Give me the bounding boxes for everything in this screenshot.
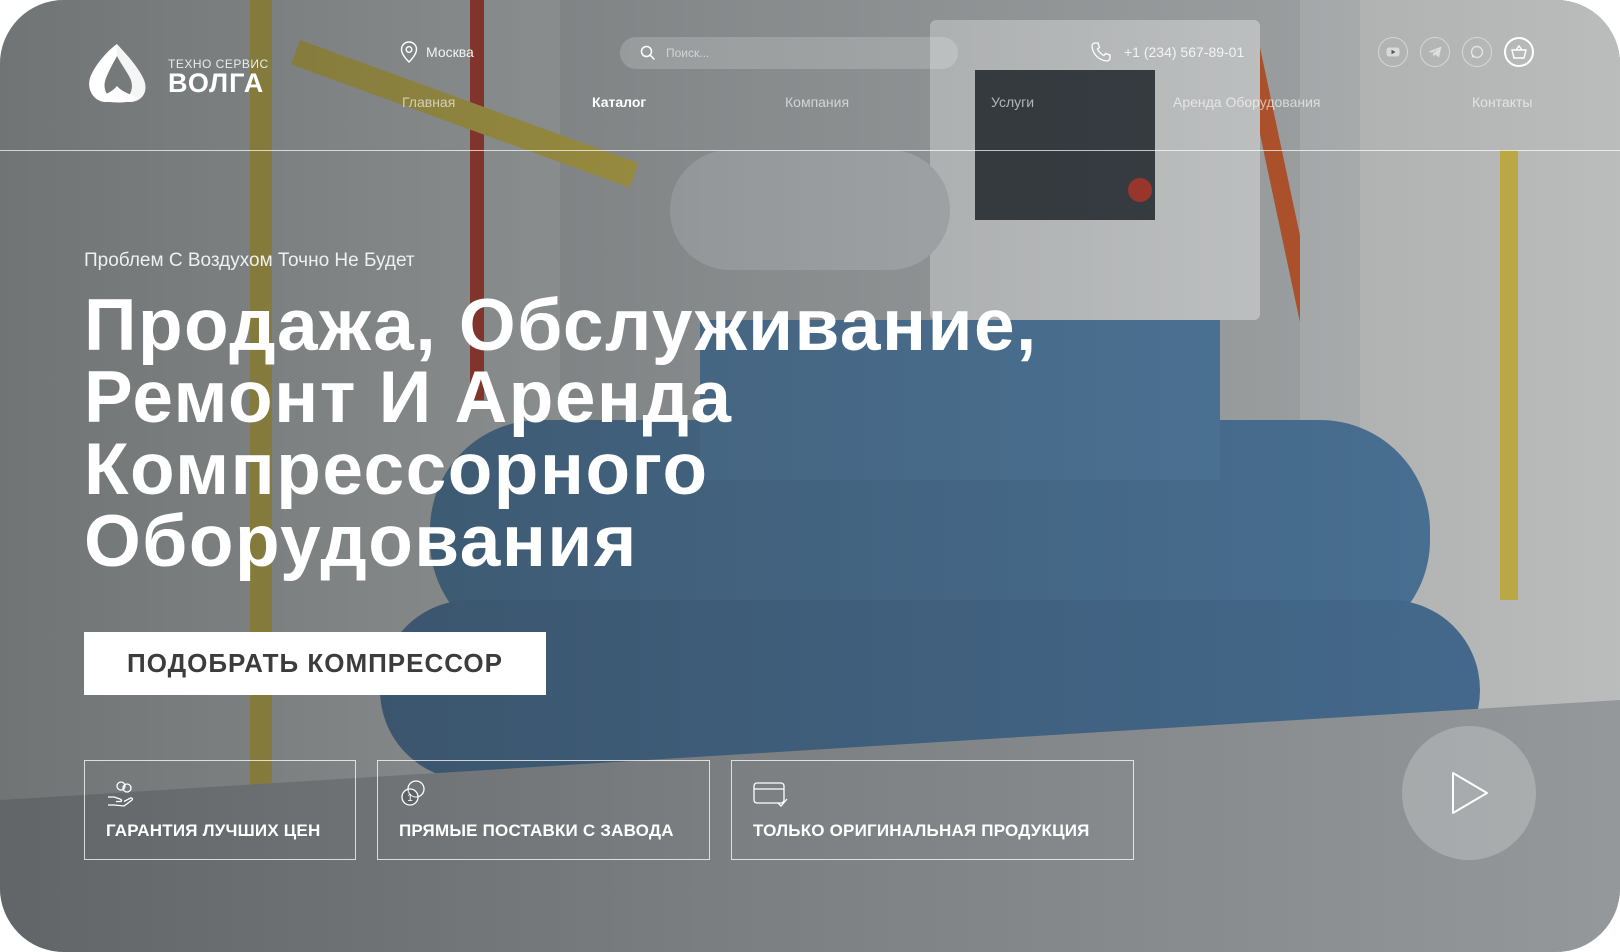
nav-item-company[interactable]: Компания	[785, 94, 849, 110]
logo-mark-icon	[89, 44, 146, 103]
search-icon	[640, 45, 656, 61]
hero-title-line-2: Ремонт И Аренда	[84, 357, 733, 438]
phone-icon	[1091, 42, 1111, 62]
whatsapp-link[interactable]	[1462, 37, 1492, 67]
nav-item-home[interactable]: Главная	[402, 94, 455, 110]
hero-eyebrow: Проблем С Воздухом Точно Не Будет	[84, 250, 415, 271]
hero-title-line-3: Компрессорного	[84, 429, 709, 510]
feature-best-prices: ГАРАНТИЯ ЛУЧШИХ ЦЕН	[84, 760, 356, 860]
city-selector[interactable]: Москва	[400, 40, 474, 64]
coin-stack-icon: 1	[401, 780, 425, 806]
nav-item-services[interactable]: Услуги	[991, 94, 1034, 110]
main-nav: Главная Каталог Компания Услуги Аренда О…	[402, 94, 1538, 116]
telegram-link[interactable]	[1420, 37, 1450, 67]
search-bar[interactable]	[620, 37, 958, 69]
search-input[interactable]	[664, 45, 928, 61]
feature-label: ТОЛЬКО ОРИГИНАЛЬНАЯ ПРОДУКЦИЯ	[753, 821, 1090, 840]
choose-compressor-button[interactable]: ПОДОБРАТЬ КОМПРЕССОР	[84, 632, 546, 695]
hero-title-line-1: Продажа, Обслуживание,	[84, 285, 1038, 366]
nav-item-catalog[interactable]: Каталог	[592, 94, 646, 110]
hero-title-line-4: Оборудования	[84, 501, 638, 582]
cart-icon	[1511, 45, 1527, 59]
feature-label: ГАРАНТИЯ ЛУЧШИХ ЦЕН	[106, 821, 321, 840]
play-icon	[1452, 772, 1488, 814]
nav-item-contacts[interactable]: Контакты	[1472, 94, 1532, 110]
hero-title: Продажа, Обслуживание, Ремонт И Аренда К…	[84, 289, 1384, 578]
cart-button[interactable]	[1504, 37, 1534, 67]
telegram-icon	[1428, 46, 1442, 58]
brand-line2: ВОЛГА	[168, 68, 265, 98]
brand-logo[interactable]: ТЕХНО СЕРВИС ВОЛГА	[84, 42, 284, 108]
phone-number: +1 (234) 567-89-01	[1124, 44, 1245, 60]
city-label: Москва	[426, 44, 474, 60]
feature-direct-supply: 1 ПРЯМЫЕ ПОСТАВКИ С ЗАВОДА	[377, 760, 710, 860]
header-divider	[0, 150, 1620, 151]
location-pin-icon	[400, 41, 418, 63]
whatsapp-icon	[1470, 45, 1484, 59]
youtube-icon	[1386, 47, 1400, 57]
card-check-icon	[753, 782, 788, 807]
feature-original-products: ТОЛЬКО ОРИГИНАЛЬНАЯ ПРОДУКЦИЯ	[731, 760, 1134, 860]
social-links	[1378, 37, 1534, 67]
nav-item-rental[interactable]: Аренда Оборудования	[1173, 94, 1321, 110]
coins-hand-icon	[108, 781, 134, 807]
phone-contact[interactable]: +1 (234) 567-89-01	[1090, 40, 1244, 64]
youtube-link[interactable]	[1378, 37, 1408, 67]
hero-section: ТЕХНО СЕРВИС ВОЛГА Москва +1 (234) 567-8…	[0, 0, 1620, 952]
svg-text:1: 1	[407, 793, 413, 804]
feature-label: ПРЯМЫЕ ПОСТАВКИ С ЗАВОДА	[399, 821, 674, 840]
play-video-button[interactable]	[1402, 726, 1536, 860]
